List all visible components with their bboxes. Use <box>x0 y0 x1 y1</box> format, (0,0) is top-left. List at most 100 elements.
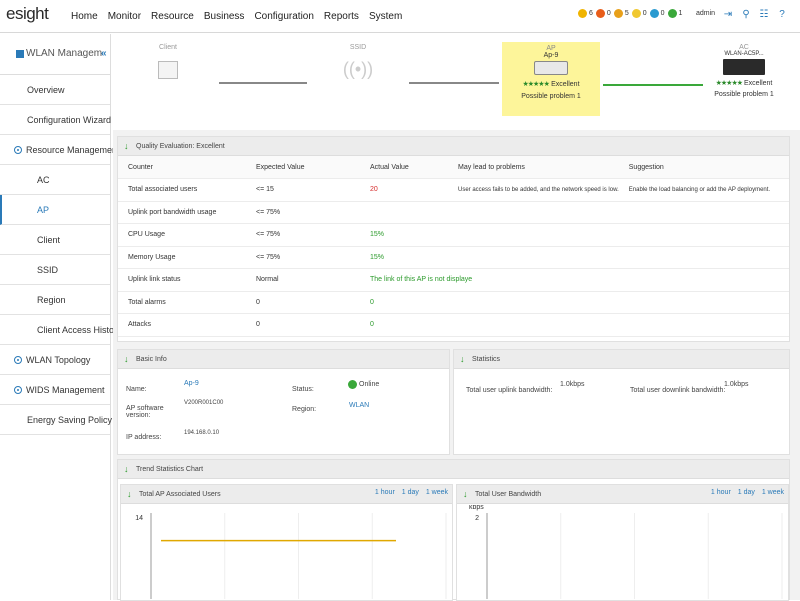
nav-configuration[interactable]: Configuration <box>249 0 318 33</box>
bell-icon <box>578 9 587 18</box>
ssid-node[interactable]: SSID ((•)) <box>333 44 383 80</box>
nav-business[interactable]: Business <box>199 0 250 33</box>
quality-evaluation-title[interactable]: Quality Evaluation: Excellent <box>118 137 789 156</box>
y-axis-label: kbps <box>469 505 484 511</box>
associated-users-chart-panel: Total AP Associated Users 1 hour 1 day 1… <box>120 484 453 601</box>
wifi-icon: ((•)) <box>342 59 374 79</box>
ap-rating: Excellent <box>551 81 580 88</box>
sidebar-item-ac[interactable]: AC <box>0 165 110 195</box>
ap-name: Ap-9 <box>543 52 559 59</box>
sidebar-item-overview[interactable]: Overview <box>0 75 110 105</box>
statistics-title[interactable]: Statistics <box>454 350 789 369</box>
nav-system[interactable]: System <box>364 0 407 33</box>
range-1-hour[interactable]: 1 hour <box>711 489 731 496</box>
range-1-week[interactable]: 1 week <box>762 489 784 496</box>
main-nav: Home Monitor Resource Business Configura… <box>66 0 407 33</box>
warning-alarm[interactable]: 0 <box>631 9 647 18</box>
name-label: Name: <box>126 386 147 393</box>
range-1-day[interactable]: 1 day <box>402 489 419 496</box>
nav-reports[interactable]: Reports <box>319 0 364 33</box>
quality-table: Counter Expected Value Actual Value May … <box>118 156 789 337</box>
wlan-icon <box>16 50 24 58</box>
sidebar-header: WLAN Manageme « <box>0 34 110 75</box>
sidebar-item-resource-management[interactable]: Resource Management <box>0 135 120 165</box>
collapse-icon[interactable]: « <box>101 48 107 59</box>
ac-possible-problem[interactable]: Possible problem 1 <box>709 91 779 98</box>
sidebar-item-client-access-history[interactable]: Client Access History <box>0 315 122 345</box>
statistics-panel: Statistics Total user uplink bandwidth: … <box>453 349 790 455</box>
bell-icon <box>595 9 605 18</box>
time-range-selector: 1 hour 1 day 1 week <box>706 489 784 496</box>
sidebar-item-wlan-topology[interactable]: WLAN Topology <box>0 345 110 375</box>
network-icon[interactable]: ☷ <box>758 8 770 21</box>
user-bandwidth-chart: kbps 2 <box>469 505 783 599</box>
online-status-icon <box>348 380 357 389</box>
sidebar-item-region[interactable]: Region <box>0 285 110 315</box>
ap-ac-link <box>603 84 703 86</box>
bell-icon <box>631 9 641 18</box>
uplink-bandwidth-value: 1.0kbps <box>560 381 585 388</box>
sidebar-item-ap[interactable]: AP <box>0 195 110 225</box>
trend-statistics-title[interactable]: Trend Statistics Chart <box>118 460 789 479</box>
quality-evaluation-panel: Quality Evaluation: Excellent Counter Ex… <box>117 136 790 342</box>
cleared-alarm[interactable]: 1 <box>667 9 682 18</box>
client-ssid-link <box>219 82 307 84</box>
status-label: Status: <box>292 386 314 393</box>
table-row: Attacks 0 0 <box>118 313 789 337</box>
bell-icon <box>667 9 677 18</box>
trend-statistics-panel: Trend Statistics Chart Total AP Associat… <box>117 459 790 601</box>
critical-alarm[interactable]: 6 <box>578 9 593 18</box>
sidebar-item-configuration-wizard[interactable]: Configuration Wizard <box>0 105 111 135</box>
table-row: Total associated users <= 15 20 User acc… <box>118 178 789 202</box>
name-value[interactable]: Ap-9 <box>184 380 199 387</box>
region-value[interactable]: WLAN <box>349 402 369 409</box>
software-version-label: AP software version: <box>126 405 164 419</box>
table-row: Memory Usage <= 75% 15% <box>118 246 789 269</box>
minor-alarm[interactable]: 5 <box>613 9 629 18</box>
logout-icon[interactable]: ⇥ <box>722 8 734 21</box>
info-alarm[interactable]: 0 <box>649 9 665 18</box>
help-icon[interactable]: ? <box>776 8 788 21</box>
basic-info-title[interactable]: Basic Info <box>118 350 449 369</box>
expand-icon <box>14 146 22 154</box>
downlink-bandwidth-label: Total user downlink bandwidth: <box>630 387 726 394</box>
major-alarm[interactable]: 0 <box>595 9 611 18</box>
status-value: Online <box>359 381 380 388</box>
client-icon <box>158 61 178 79</box>
ap-node[interactable]: AP Ap-9 ★★★★★ Excellent Possible problem… <box>502 42 600 116</box>
bell-icon <box>613 9 623 18</box>
ap-type-label: AP <box>546 45 556 52</box>
ac-type-label: AC <box>739 44 749 51</box>
toolbar-icons: ⇥ ⚲ ☷ ? <box>716 8 788 21</box>
ap-device-icon <box>534 61 568 75</box>
range-1-week[interactable]: 1 week <box>426 489 448 496</box>
range-1-hour[interactable]: 1 hour <box>375 489 395 496</box>
sidebar-item-wids-management[interactable]: WIDS Management <box>0 375 110 405</box>
ac-node[interactable]: AC WLAN-AC5P... ★★★★★ Excellent Possible… <box>709 44 779 98</box>
bell-icon <box>649 9 659 18</box>
nav-monitor[interactable]: Monitor <box>103 0 146 33</box>
y-tick-label: 14 <box>135 515 143 522</box>
basic-info-panel: Basic Info Name: Ap-9 AP software versio… <box>117 349 450 455</box>
ap-possible-problem[interactable]: Possible problem 1 <box>502 93 600 100</box>
ssid-label: SSID <box>349 44 367 51</box>
ip-address-value: 194.168.0.10 <box>184 430 220 436</box>
nav-home[interactable]: Home <box>66 0 103 33</box>
search-icon[interactable]: ⚲ <box>740 8 752 21</box>
ap-rating-stars: ★★★★★ <box>522 81 549 88</box>
ip-address-label: IP address: <box>126 434 162 441</box>
sidebar-item-ssid[interactable]: SSID <box>0 255 110 285</box>
top-bar: esight Home Monitor Resource Business Co… <box>0 0 800 33</box>
sidebar-item-energy-saving-policy[interactable]: Energy Saving Policy <box>0 405 112 435</box>
sidebar-item-client[interactable]: Client <box>0 225 110 255</box>
nav-resource[interactable]: Resource <box>146 0 199 33</box>
ac-rating-stars: ★★★★★ <box>715 80 743 87</box>
range-1-day[interactable]: 1 day <box>738 489 755 496</box>
ac-name: WLAN-AC5P... <box>724 51 764 57</box>
table-header-row: Counter Expected Value Actual Value May … <box>118 156 789 179</box>
client-node[interactable]: Client <box>153 44 183 79</box>
connection-path: Client SSID ((•)) AP Ap-9 ★★★★★ Excellen… <box>113 34 800 130</box>
username[interactable]: admin <box>696 10 715 17</box>
ssid-ap-link <box>409 82 499 84</box>
downlink-bandwidth-value: 1.0kbps <box>724 381 749 388</box>
